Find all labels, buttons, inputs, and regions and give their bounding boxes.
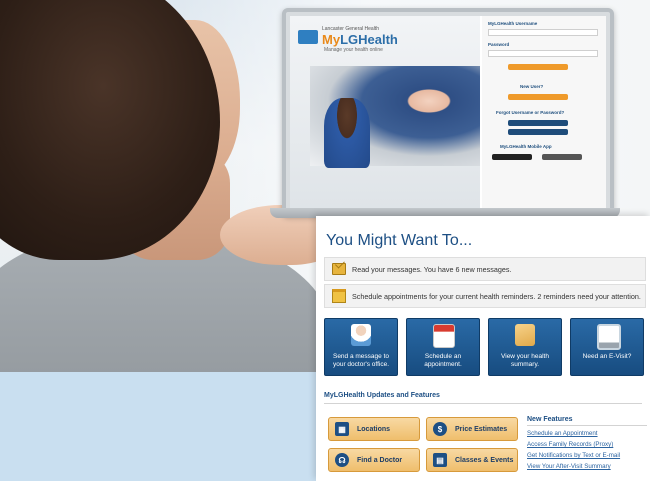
page-title: You Might Want To... — [326, 232, 473, 249]
laptop: Lancaster General Health MyLGHealth Mana… — [282, 8, 614, 216]
locations-label: Locations — [357, 425, 391, 433]
screen-new-user-label: New User? — [520, 84, 544, 89]
find-a-doctor-button[interactable]: ☊ Find a Doctor — [328, 448, 420, 472]
classes-events-label: Classes & Events — [455, 456, 514, 464]
after-visit-summary-link[interactable]: View Your After-Visit Summary — [527, 463, 647, 470]
laptop-screen-hero: Lancaster General Health MyLGHealth Mana… — [290, 16, 480, 208]
screen-password-field[interactable] — [488, 50, 598, 57]
send-message-label: Send a message to your doctor's office. — [332, 353, 390, 368]
screen-sign-up-button[interactable] — [508, 94, 568, 100]
screen-forgot-username-button[interactable] — [508, 120, 568, 126]
doctor-icon — [351, 324, 371, 346]
calendar-icon — [332, 289, 346, 303]
screen-sign-in-button[interactable] — [508, 64, 568, 70]
divider — [324, 403, 642, 404]
e-visit-label: Need an E-Visit? — [582, 353, 632, 360]
schedule-appointment-label: Schedule an appointment. — [424, 353, 462, 368]
dollar-icon: $ — [433, 422, 447, 436]
health-summary-label: View your health summary. — [501, 353, 549, 368]
health-summary-button[interactable]: View your health summary. — [488, 318, 562, 376]
folder-icon — [515, 324, 535, 346]
screen-forgot-label: Forgot Username or Password? — [496, 110, 565, 115]
messages-notice[interactable]: Read your messages. You have 6 new messa… — [324, 257, 646, 281]
notifications-link[interactable]: Get Notifications by Text or E-mail — [527, 452, 647, 459]
screen-tagline: Manage your health online — [324, 47, 383, 53]
updates-section-title: MyLGHealth Updates and Features — [324, 392, 440, 399]
you-might-want-to-panel: You Might Want To... Read your messages.… — [316, 216, 650, 481]
building-icon: ▦ — [335, 422, 349, 436]
classes-events-button[interactable]: ▤ Classes & Events — [426, 448, 518, 472]
envelope-icon — [332, 263, 346, 275]
classes-icon: ▤ — [433, 453, 447, 467]
price-estimates-button[interactable]: $ Price Estimates — [426, 417, 518, 441]
screen-password-label: Password — [488, 42, 510, 47]
new-features-list: New Features Schedule an Appointment Acc… — [527, 416, 647, 470]
screen-mobile-label: MyLGHealth Mobile App — [500, 144, 552, 149]
e-visit-button[interactable]: Need an E-Visit? — [570, 318, 644, 376]
screen-username-field[interactable] — [488, 29, 598, 36]
screen-forgot-password-button[interactable] — [508, 129, 568, 135]
reminders-notice[interactable]: Schedule appointments for your current h… — [324, 284, 646, 308]
google-play-badge[interactable] — [492, 154, 532, 160]
calendar-icon — [433, 324, 455, 348]
new-features-title: New Features — [527, 416, 647, 426]
quick-actions: Send a message to your doctor's office. S… — [324, 318, 644, 376]
messages-notice-text: Read your messages. You have 6 new messa… — [352, 264, 512, 274]
locations-button[interactable]: ▦ Locations — [328, 417, 420, 441]
screen-brand: MyLGHealth — [322, 32, 398, 47]
family-records-link[interactable]: Access Family Records (Proxy) — [527, 441, 647, 448]
computer-icon — [597, 324, 621, 350]
screen-child-photo — [324, 98, 370, 168]
screen-username-label: MyLGHealth Username — [488, 21, 538, 26]
laptop-screen: Lancaster General Health MyLGHealth Mana… — [290, 16, 606, 208]
app-store-badge[interactable] — [542, 154, 582, 160]
stethoscope-icon: ☊ — [335, 453, 349, 467]
schedule-appointment-button[interactable]: Schedule an appointment. — [406, 318, 480, 376]
find-a-doctor-label: Find a Doctor — [357, 456, 403, 464]
screen-login-column: MyLGHealth Username Password New User? F… — [482, 16, 606, 208]
send-message-button[interactable]: Send a message to your doctor's office. — [324, 318, 398, 376]
lgh-logo-icon — [298, 30, 318, 44]
price-estimates-label: Price Estimates — [455, 425, 508, 433]
schedule-appointment-link[interactable]: Schedule an Appointment — [527, 430, 647, 437]
reminders-notice-text: Schedule appointments for your current h… — [352, 291, 641, 301]
